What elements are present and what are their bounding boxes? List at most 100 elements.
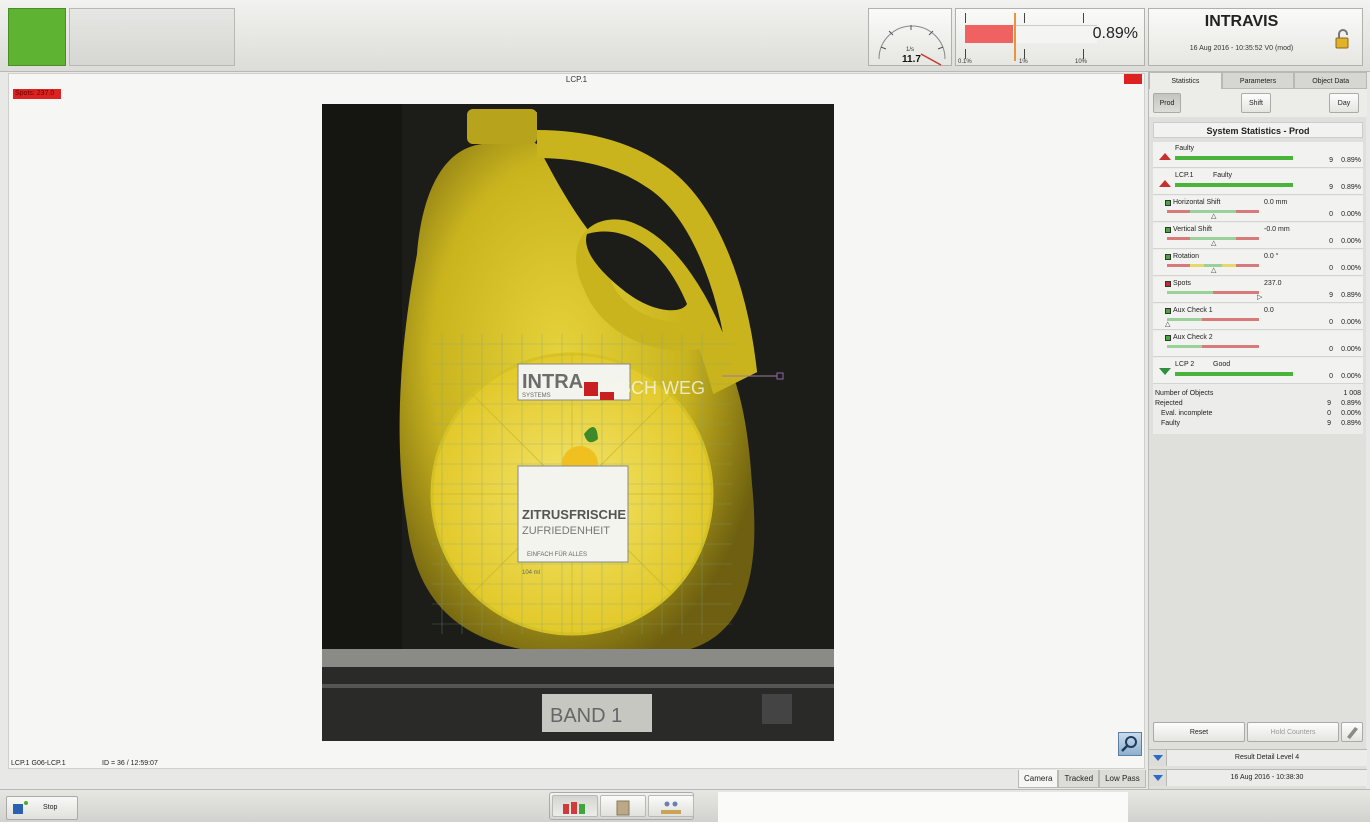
pencil-icon (1347, 727, 1358, 739)
scale-tick (1024, 49, 1025, 59)
chevron-down-icon[interactable] (1149, 770, 1167, 786)
tolerance-marker-icon: ▷ (1257, 294, 1263, 301)
scale-label: 0.1% (958, 59, 972, 65)
inspection-view: LCP.1 Spots: 237.0 INTRA SYSTEMS FRISCH … (8, 73, 1145, 769)
status-square-icon (1165, 308, 1171, 314)
scale-tick (1024, 13, 1025, 23)
unlock-icon[interactable] (1334, 29, 1352, 49)
status-square-icon (1165, 281, 1171, 287)
reject-rate-value: 0.89% (1092, 25, 1138, 42)
mode-selector (549, 792, 694, 820)
reject-rate-panel: 0.89% 0.1% 1% 10% (955, 8, 1145, 66)
reject-rate-limit-marker (1014, 13, 1016, 61)
magnifier-icon (1121, 736, 1137, 752)
scale-tick (965, 49, 966, 59)
tab-tracked[interactable]: Tracked (1058, 770, 1100, 788)
sidebar-tabs: Statistics Parameters Object Data (1149, 72, 1368, 89)
gauge-unit: 1/s (906, 47, 915, 53)
bottles-icon (563, 802, 585, 814)
result-datetime-row[interactable]: 16 Aug 2016 - 10:38:30 (1149, 769, 1367, 786)
sorting-icon (661, 801, 681, 814)
progress-bar (1175, 156, 1293, 160)
view-status-source: LCP.1 G06-LCP.1 (11, 760, 66, 767)
statistics-sidebar: Statistics Parameters Object Data Prod S… (1148, 72, 1368, 789)
stat-row-aux-check-1[interactable]: Aux Check 1 0.0 △ 0 0.00% (1153, 304, 1363, 330)
shift-button[interactable]: Shift (1241, 93, 1271, 113)
view-status-id: ID = 36 / 12:59:07 (102, 760, 158, 767)
stat-row-aux-check-2[interactable]: Aux Check 2 0 0.00% (1153, 331, 1363, 357)
tab-object-data[interactable]: Object Data (1294, 72, 1368, 89)
day-button[interactable]: Day (1329, 93, 1359, 113)
edit-button[interactable] (1341, 722, 1363, 742)
tab-camera[interactable]: Camera (1018, 770, 1059, 788)
label-sub-text: SYSTEMS (522, 393, 551, 399)
tolerance-marker-icon: △ (1211, 213, 1217, 220)
label-text-2: ZUFRIEDENHEIT (522, 525, 610, 537)
tolerance-marker-icon: △ (1211, 240, 1217, 247)
running-dot-icon (24, 801, 28, 805)
stats-title: System Statistics - Prod (1153, 122, 1363, 138)
stop-button[interactable]: Stop (6, 796, 78, 820)
triangle-up-icon (1159, 153, 1171, 160)
tolerance-bar (1167, 318, 1259, 321)
zoom-button[interactable] (1118, 732, 1142, 756)
label-volume: 104 ml (522, 570, 540, 576)
stat-row-lcp1[interactable]: LCP.1 Faulty 9 0.89% (1153, 169, 1363, 195)
mode-container-button[interactable] (600, 795, 646, 817)
stat-row-rotation[interactable]: Rotation 0.0 ° △ 0 0.00% (1153, 250, 1363, 276)
mode-settings-button[interactable] (648, 795, 694, 817)
status-square-icon (1165, 254, 1171, 260)
spots-alarm-tag: Spots: 237.0 (13, 89, 61, 99)
scale-tick (1083, 49, 1084, 59)
alarm-corner-flag (1124, 74, 1142, 84)
view-tabs: Camera Tracked Low Pass (1018, 770, 1146, 788)
machine-status-indicator (8, 8, 66, 66)
tab-parameters[interactable]: Parameters (1221, 72, 1295, 89)
result-detail-row[interactable]: Result Detail Level 4 (1149, 749, 1367, 766)
stat-row-vertical-shift[interactable]: Vertical Shift -0.0 mm △ 0 0.00% (1153, 223, 1363, 249)
camera-image[interactable]: INTRA SYSTEMS FRISCH WEG ZITRUSFRISCHE Z… (322, 104, 834, 741)
stat-row-spots[interactable]: Spots 237.0 ▷ 9 0.89% (1153, 277, 1363, 303)
triangle-up-icon (1159, 180, 1171, 187)
stat-row-lcp2[interactable]: LCP 2 Good 0 0.00% (1153, 358, 1363, 384)
hold-counters-button[interactable]: Hold Counters (1247, 722, 1339, 742)
tolerance-marker-icon: △ (1165, 321, 1171, 328)
triangle-down-icon (1159, 368, 1171, 375)
message-panel (69, 8, 235, 66)
bottle-image: INTRA SYSTEMS FRISCH WEG ZITRUSFRISCHE Z… (322, 104, 834, 741)
tab-low-pass[interactable]: Low Pass (1099, 770, 1146, 788)
mode-production-button[interactable] (552, 795, 598, 817)
top-bar: 1/s 11.7 0.89% 0.1% 1% 10% INTRAVIS 16 A… (0, 0, 1370, 72)
chevron-down-icon[interactable] (1149, 750, 1167, 766)
scale-label: 10% (1075, 59, 1088, 65)
scale-label: 1% (1019, 59, 1028, 65)
stop-icon (13, 804, 23, 814)
speed-gauge: 1/s 11.7 (868, 8, 952, 66)
band-label: BAND 1 (550, 705, 622, 727)
scale-tick (1083, 13, 1084, 23)
message-area (718, 792, 1128, 822)
summary-counters: Number of Objects 1 008 Rejected 9 0.89%… (1155, 390, 1361, 427)
tolerance-bar (1167, 345, 1259, 348)
label-brand-text: INTRA (522, 371, 583, 393)
tolerance-marker-icon: △ (1211, 267, 1217, 274)
progress-bar (1175, 372, 1293, 376)
label-text-3: EINFACH FÜR ALLES (527, 551, 587, 558)
container-icon (616, 800, 630, 816)
bottom-bar: Stop (0, 789, 1370, 822)
brand-name: INTRAVIS (1204, 13, 1279, 30)
stat-row-horizontal-shift[interactable]: Horizontal Shift 0.0 mm △ 0 0.00% (1153, 196, 1363, 222)
gauge-value: 11.7 (902, 54, 921, 65)
progress-bar (1175, 183, 1293, 187)
reset-button[interactable]: Reset (1153, 722, 1245, 742)
status-square-icon (1165, 200, 1171, 206)
tolerance-bar (1167, 291, 1259, 294)
stat-row-faulty[interactable]: Faulty 9 0.89% (1153, 142, 1363, 168)
scale-tick (965, 13, 966, 23)
status-square-icon (1165, 335, 1171, 341)
reject-rate-bar (965, 25, 1013, 43)
view-title: LCP.1 (565, 75, 588, 84)
prod-button[interactable]: Prod (1153, 93, 1181, 113)
tab-statistics[interactable]: Statistics (1149, 72, 1222, 89)
period-selector: Prod Shift Day (1149, 89, 1367, 117)
